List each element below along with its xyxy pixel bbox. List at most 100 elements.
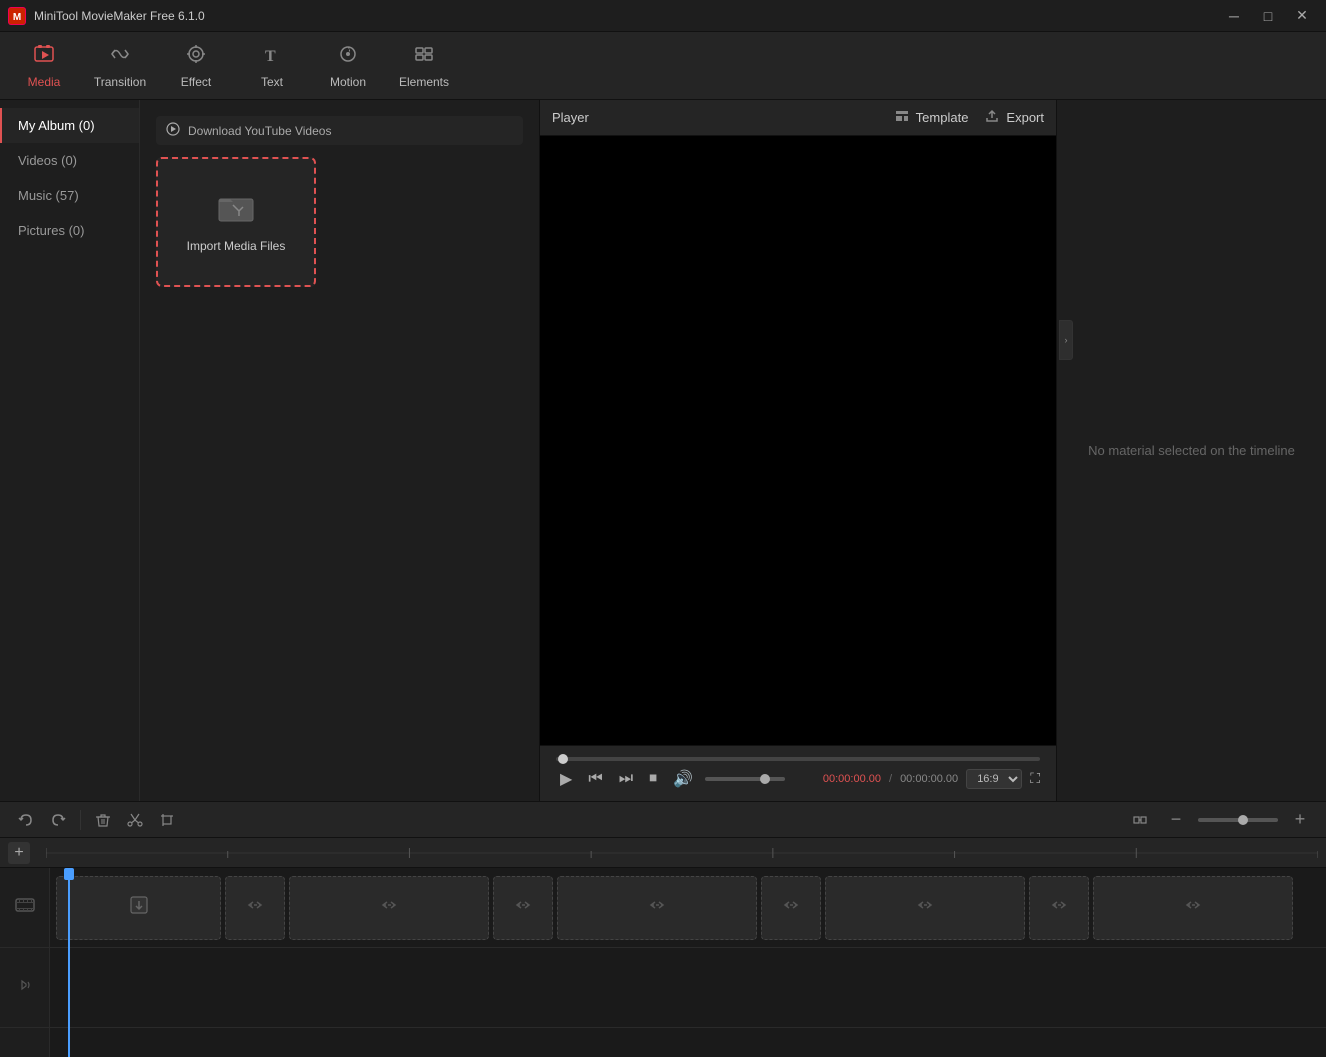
media-icon xyxy=(33,43,55,71)
export-button[interactable]: Export xyxy=(984,108,1044,127)
transition-clip-icon-3 xyxy=(781,895,801,920)
track-clip-3[interactable] xyxy=(557,876,757,940)
undo-button[interactable] xyxy=(12,806,40,834)
video-track-icon xyxy=(15,895,35,920)
clip-icon-4 xyxy=(915,895,935,920)
transition-clip-icon-2 xyxy=(513,895,533,920)
collapse-panel-button[interactable]: › xyxy=(1059,320,1073,360)
toolbar: Media Transition Effect T xyxy=(0,32,1326,100)
toolbar-item-text[interactable]: T Text xyxy=(236,36,308,96)
import-media-box[interactable]: Import Media Files xyxy=(156,157,316,287)
svg-text:M: M xyxy=(13,12,21,23)
transition-clip-4[interactable] xyxy=(1029,876,1089,940)
toolbar-item-media[interactable]: Media xyxy=(8,36,80,96)
panel-sidebar: My Album (0) Videos (0) Music (57) Pictu… xyxy=(0,100,539,801)
template-icon xyxy=(894,108,910,127)
fit-timeline-button[interactable] xyxy=(1126,806,1154,834)
restore-button[interactable]: □ xyxy=(1252,6,1284,26)
progress-bar[interactable] xyxy=(556,757,1040,761)
effect-icon xyxy=(185,43,207,71)
transition-label: Transition xyxy=(94,75,146,89)
volume-thumb xyxy=(760,774,770,784)
fullscreen-button[interactable]: ⛶ xyxy=(1030,770,1040,787)
import-label: Import Media Files xyxy=(187,239,286,253)
controls-row: ▶ ⏮ ⏭ ⏹ 🔊 00:00:00.00 / 00:00:00.00 16:9 xyxy=(556,767,1040,791)
nav-item-music[interactable]: Music (57) xyxy=(0,178,139,213)
player-controls: ▶ ⏮ ⏭ ⏹ 🔊 00:00:00.00 / 00:00:00.00 16:9 xyxy=(540,745,1056,801)
template-button[interactable]: Template xyxy=(894,108,969,127)
volume-slider[interactable] xyxy=(705,777,785,781)
player-header-right: Template Export xyxy=(894,108,1044,127)
app-icon: M xyxy=(8,7,26,25)
elements-label: Elements xyxy=(399,75,449,89)
toolbar-item-motion[interactable]: Motion xyxy=(312,36,384,96)
track-clip-4[interactable] xyxy=(825,876,1025,940)
player-header: Player Template xyxy=(540,100,1056,136)
crop-button[interactable] xyxy=(153,806,181,834)
track-clip-1[interactable] xyxy=(56,876,221,940)
close-button[interactable]: ✕ xyxy=(1286,6,1318,26)
transition-clip-2[interactable] xyxy=(493,876,553,940)
play-button[interactable]: ▶ xyxy=(556,767,576,791)
zoom-slider[interactable] xyxy=(1198,818,1278,822)
player-and-props: Player Template xyxy=(540,100,1326,801)
download-youtube-button[interactable]: Download YouTube Videos xyxy=(156,116,523,145)
redo-button[interactable] xyxy=(44,806,72,834)
video-track-label xyxy=(0,868,49,948)
stop-button[interactable]: ⏹ xyxy=(645,768,661,790)
no-material-text: No material selected on the timeline xyxy=(1068,423,1315,478)
progress-thumb[interactable] xyxy=(558,754,568,764)
track-clip-2[interactable] xyxy=(289,876,489,940)
transition-clip-icon xyxy=(245,895,265,920)
delete-button[interactable] xyxy=(89,806,117,834)
tl-separator-1 xyxy=(80,810,81,830)
toolbar-item-elements[interactable]: Elements xyxy=(388,36,460,96)
left-panel: My Album (0) Videos (0) Music (57) Pictu… xyxy=(0,100,540,801)
minimize-button[interactable]: ─ xyxy=(1218,6,1250,26)
add-track-button[interactable]: + xyxy=(8,842,30,864)
window-controls: ─ □ ✕ xyxy=(1218,6,1318,26)
track-clip-5[interactable] xyxy=(1093,876,1293,940)
download-label: Download YouTube Videos xyxy=(188,124,331,138)
titlebar: M MiniTool MovieMaker Free 6.1.0 ─ □ ✕ xyxy=(0,0,1326,32)
properties-panel: › No material selected on the timeline xyxy=(1056,100,1326,801)
video-track-row xyxy=(50,868,1326,948)
volume-button[interactable]: 🔊 xyxy=(669,767,697,791)
text-icon: T xyxy=(261,43,283,71)
zoom-in-button[interactable]: + xyxy=(1286,806,1314,834)
tl-right-controls: − + xyxy=(1126,806,1314,834)
playhead-head xyxy=(64,868,74,880)
zoom-out-button[interactable]: − xyxy=(1162,806,1190,834)
content-area: My Album (0) Videos (0) Music (57) Pictu… xyxy=(0,100,1326,801)
transition-clip-3[interactable] xyxy=(761,876,821,940)
clip-icon-5 xyxy=(1183,895,1203,920)
video-preview xyxy=(540,136,1056,745)
download-icon xyxy=(166,122,180,139)
svg-text:T: T xyxy=(265,48,276,65)
player-area: Player Template xyxy=(540,100,1056,801)
total-time: 00:00:00.00 xyxy=(900,773,958,785)
audio-track-icon xyxy=(16,976,34,999)
nav-item-pictures[interactable]: Pictures (0) xyxy=(0,213,139,248)
transition-clip-1[interactable] xyxy=(225,876,285,940)
nav-item-videos[interactable]: Videos (0) xyxy=(0,143,139,178)
clip-icon-2 xyxy=(379,895,399,920)
clip-icon-3 xyxy=(647,895,667,920)
prev-frame-button[interactable]: ⏮ xyxy=(584,768,606,790)
text-label: Text xyxy=(261,75,283,89)
track-labels xyxy=(0,868,50,1057)
import-clip-icon xyxy=(128,894,150,921)
aspect-ratio-select[interactable]: 16:9 9:16 4:3 1:1 xyxy=(966,769,1022,789)
left-nav: My Album (0) Videos (0) Music (57) Pictu… xyxy=(0,100,140,801)
timeline: + xyxy=(0,837,1326,1057)
app-title: MiniTool MovieMaker Free 6.1.0 xyxy=(34,9,1218,23)
timeline-toolbar: − + xyxy=(0,801,1326,837)
next-frame-button[interactable]: ⏭ xyxy=(615,768,637,790)
motion-label: Motion xyxy=(330,75,366,89)
timeline-header: + xyxy=(0,838,1326,868)
cut-button[interactable] xyxy=(121,806,149,834)
current-time: 00:00:00.00 xyxy=(823,773,881,785)
toolbar-item-effect[interactable]: Effect xyxy=(160,36,232,96)
toolbar-item-transition[interactable]: Transition xyxy=(84,36,156,96)
nav-item-my-album[interactable]: My Album (0) xyxy=(0,108,139,143)
